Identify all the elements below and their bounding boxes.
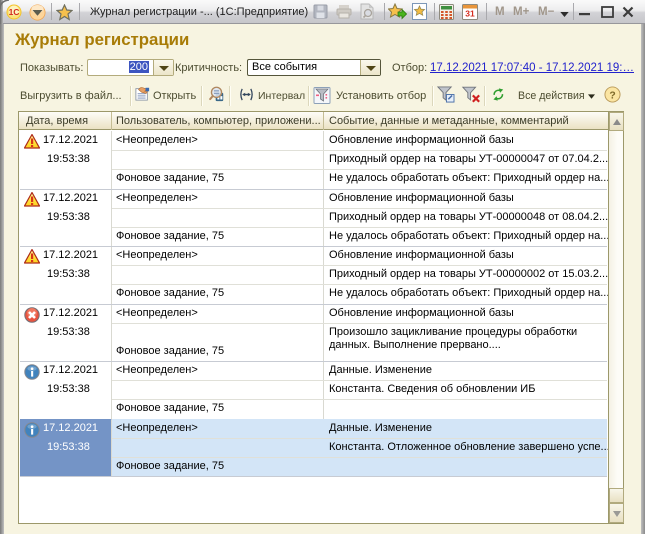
svg-text:1С: 1С [9, 7, 20, 17]
svg-text:31: 31 [465, 9, 475, 19]
svg-text:?: ? [609, 90, 615, 101]
